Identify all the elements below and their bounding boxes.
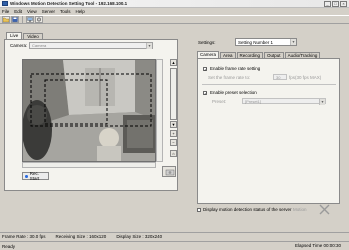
camera-image bbox=[23, 60, 155, 161]
frame-rate-checkbox[interactable]: ✓ bbox=[203, 67, 207, 72]
settings-button[interactable] bbox=[35, 16, 43, 23]
close-button[interactable]: × bbox=[340, 1, 347, 7]
chevron-down-icon: ▼ bbox=[290, 39, 296, 45]
zoom-out-button[interactable]: − bbox=[170, 139, 177, 146]
elapsed-time: Elapsed Time 00:00:30 bbox=[294, 243, 341, 248]
home-button[interactable]: ⌂ bbox=[170, 150, 177, 157]
window-title: Windows Motion Detection Setting Tool - … bbox=[10, 1, 128, 6]
camera-select[interactable]: Camera ▼ bbox=[29, 42, 153, 49]
video-preview[interactable] bbox=[22, 59, 156, 162]
minimize-button[interactable]: _ bbox=[324, 1, 331, 7]
preset-field-label: Preset: bbox=[212, 99, 227, 104]
motion-x-icon bbox=[319, 204, 330, 215]
window-controls: _ □ × bbox=[324, 1, 347, 7]
menu-file[interactable]: File bbox=[2, 9, 9, 14]
menu-edit[interactable]: Edit bbox=[14, 9, 22, 14]
frame-rate-field-label: Set the frame rate to: bbox=[208, 75, 251, 80]
divider bbox=[202, 84, 336, 85]
open-button[interactable] bbox=[2, 16, 10, 23]
zoom-in-button[interactable]: + bbox=[170, 130, 177, 137]
motion-button[interactable]: Motion bbox=[293, 207, 307, 212]
camera-label: Camera: bbox=[10, 43, 28, 48]
video-horizontal-scrollbar[interactable] bbox=[22, 162, 156, 168]
connect-icon bbox=[27, 17, 33, 22]
camera-select-value: Camera bbox=[32, 43, 47, 48]
open-icon bbox=[3, 17, 9, 22]
chevron-down-icon: ▼ bbox=[319, 99, 325, 105]
app-icon bbox=[2, 1, 8, 6]
frame-rate-checkbox-label: Enable frame rate setting bbox=[210, 66, 261, 71]
rec-start-button[interactable]: Rec. Start bbox=[22, 171, 49, 181]
tab-camera[interactable]: Camera bbox=[197, 51, 220, 58]
preset-select-value: [Preset1] bbox=[245, 99, 262, 104]
zoom-slider[interactable] bbox=[170, 68, 177, 120]
frame-rate-unit: fps(30 fps MAX) bbox=[289, 75, 322, 80]
connect-button[interactable] bbox=[26, 16, 34, 23]
status-text: Ready bbox=[2, 243, 16, 249]
settings-select-value: Setting Number 1 bbox=[238, 40, 274, 45]
main-window: Windows Motion Detection Setting Tool - … bbox=[0, 0, 349, 250]
receiving-size-info: Receiving Size : 160x120 bbox=[55, 234, 107, 239]
settings-icon bbox=[37, 17, 41, 22]
menu-view[interactable]: View bbox=[27, 9, 37, 14]
camera-settings-panel: ✓ Enable frame rate setting Set the fram… bbox=[197, 58, 340, 204]
ptz-down-button[interactable]: ▼ bbox=[170, 121, 177, 128]
camera-icon bbox=[165, 169, 175, 176]
preset-select[interactable]: [Preset1] ▼ bbox=[242, 98, 326, 105]
tab-live[interactable]: Live bbox=[6, 32, 23, 39]
settings-label: Settings: bbox=[198, 40, 216, 45]
preset-checkbox[interactable]: ✓ bbox=[203, 91, 207, 96]
settings-select[interactable]: Setting Number 1 ▼ bbox=[235, 38, 297, 46]
toolbar bbox=[0, 15, 349, 24]
display-size-info: Display Size : 320x240 bbox=[116, 234, 163, 239]
info-bar: Frame Rate : 30.0 fps Receiving Size : 1… bbox=[0, 232, 349, 240]
frame-rate-input[interactable]: 30 bbox=[273, 74, 287, 80]
save-icon bbox=[12, 17, 18, 22]
menu-server[interactable]: Server bbox=[42, 9, 55, 14]
video-vertical-scrollbar[interactable] bbox=[156, 59, 163, 162]
record-icon bbox=[25, 174, 28, 178]
display-status-label: Display motion detection status of the s… bbox=[203, 207, 292, 212]
save-button[interactable] bbox=[11, 16, 19, 23]
snapshot-button[interactable] bbox=[162, 166, 176, 177]
live-panel: Camera: Camera ▼ ▲ ▼ + − ⌂ Rec. Start bbox=[4, 39, 178, 191]
rec-start-label: Rec. Start bbox=[29, 171, 40, 181]
maximize-button[interactable]: □ bbox=[332, 1, 339, 7]
title-bar: Windows Motion Detection Setting Tool - … bbox=[0, 0, 349, 8]
ptz-up-button[interactable]: ▲ bbox=[170, 59, 177, 66]
preset-checkbox-label: Enable preset selection bbox=[210, 90, 257, 95]
display-status-checkbox[interactable] bbox=[197, 208, 201, 212]
toolbar-separator bbox=[22, 16, 23, 23]
frame-rate-info: Frame Rate : 30.0 fps bbox=[2, 234, 46, 239]
menu-help[interactable]: Help bbox=[76, 9, 85, 14]
menu-tools[interactable]: Tools bbox=[60, 9, 71, 14]
chevron-down-icon: ▼ bbox=[146, 43, 152, 49]
status-bar: Ready Elapsed Time 00:00:30 bbox=[0, 241, 349, 250]
menu-bar: File Edit View Server Tools Help bbox=[0, 8, 349, 15]
